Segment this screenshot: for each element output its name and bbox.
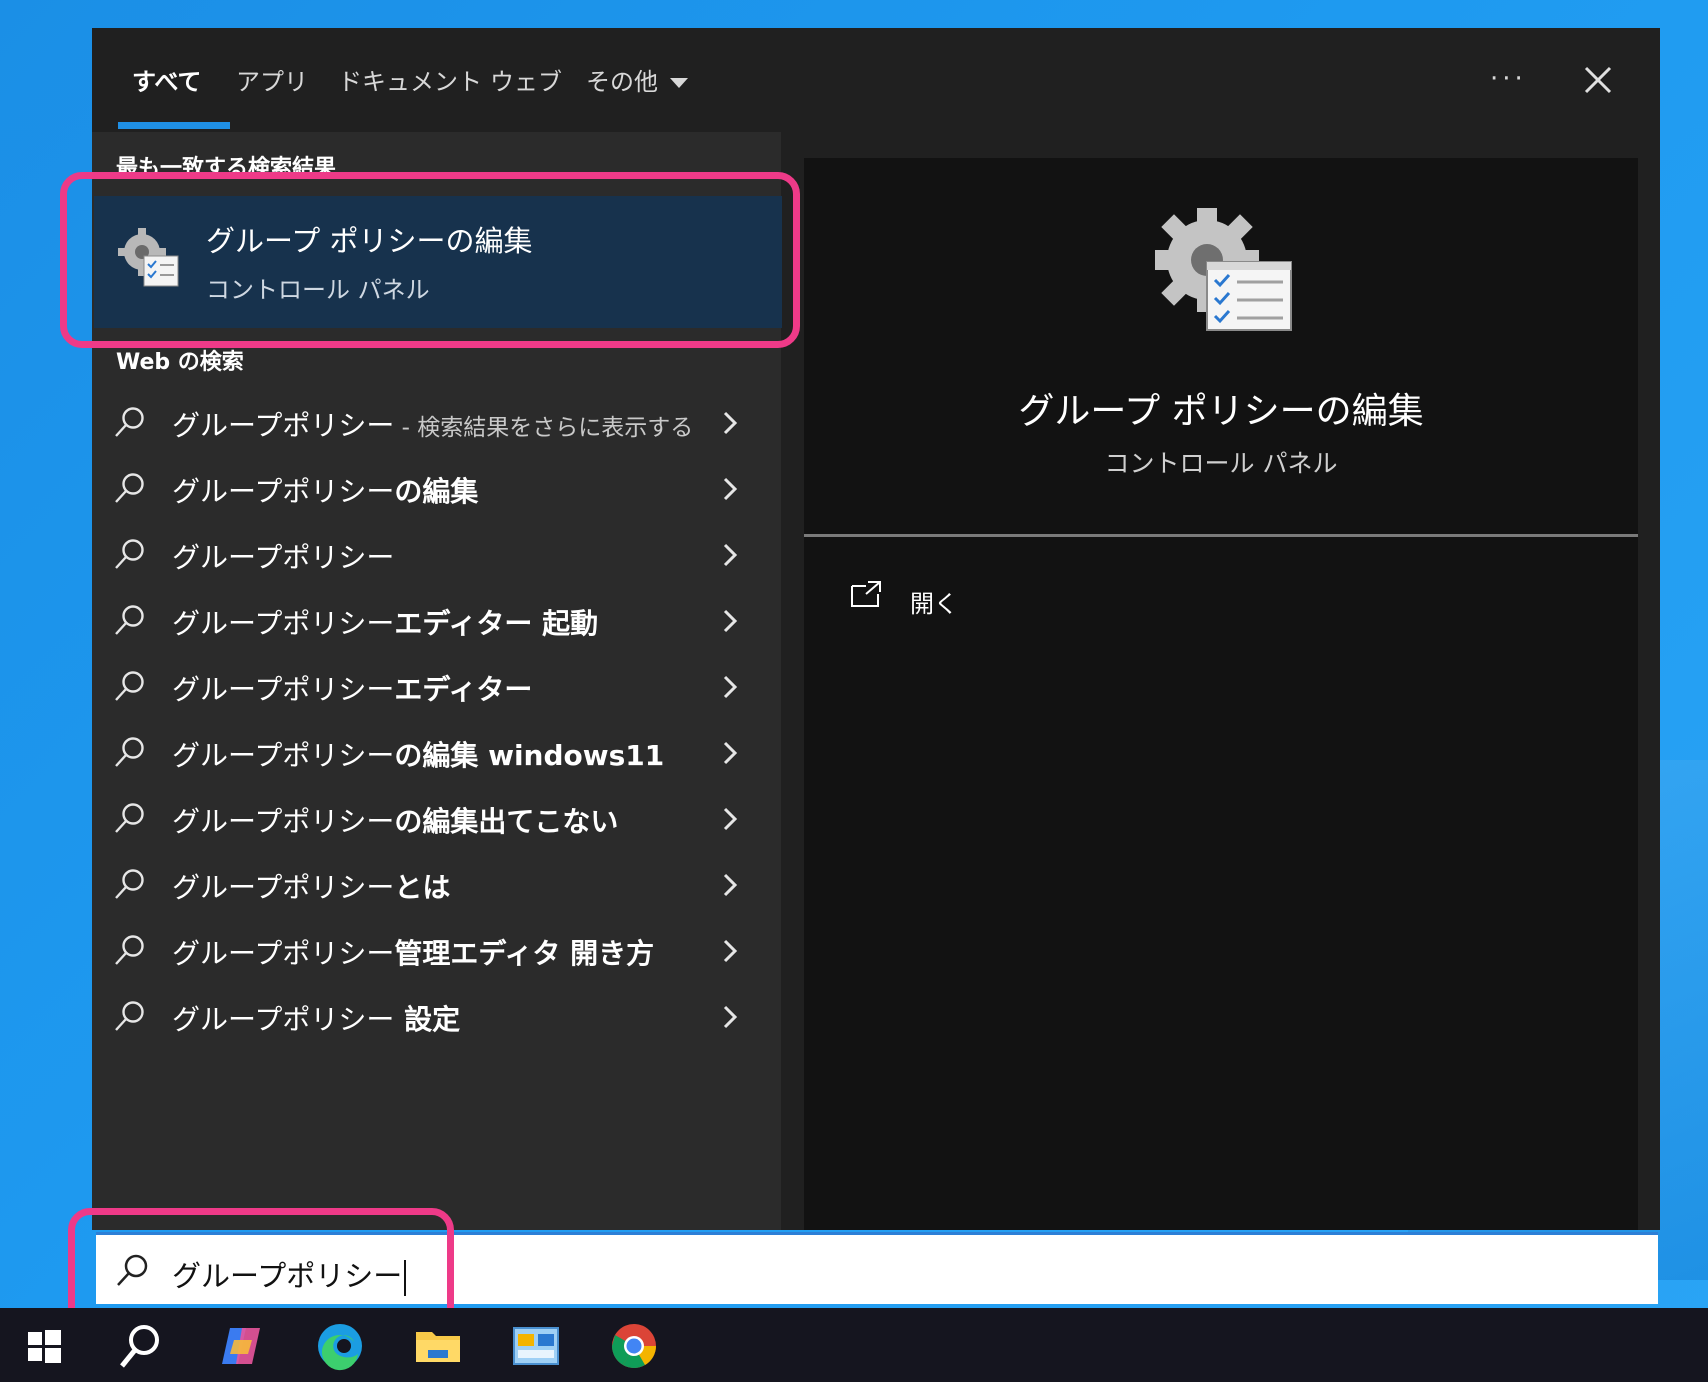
chevron-right-icon xyxy=(723,873,738,897)
search-icon xyxy=(115,473,144,503)
search-icon xyxy=(115,1001,144,1031)
web-search-item-label: グループポリシーエディター 起動 xyxy=(172,602,598,642)
preview-divider xyxy=(804,534,1638,537)
search-icon xyxy=(115,935,144,965)
web-search-item[interactable]: グループポリシー管理エディタ 開き方 xyxy=(92,918,781,984)
search-icon xyxy=(115,869,144,899)
tab-web[interactable]: ウェブ xyxy=(490,62,562,97)
tab-apps[interactable]: アプリ xyxy=(236,62,308,97)
web-search-item[interactable]: グループポリシーエディター 起動 xyxy=(92,588,781,654)
chevron-right-icon xyxy=(723,609,738,633)
taskbar xyxy=(0,1308,1708,1382)
chevron-right-icon xyxy=(723,939,738,963)
web-search-item[interactable]: グループポリシー 設定 xyxy=(92,984,781,1050)
open-external-icon xyxy=(851,581,881,607)
search-icon xyxy=(115,671,144,701)
web-search-item[interactable]: グループポリシー - 検索結果をさらに表示する xyxy=(92,390,781,456)
chevron-right-icon xyxy=(723,1005,738,1029)
query-text: グループポリシー xyxy=(172,739,395,772)
search-icon xyxy=(115,737,144,767)
query-text: グループポリシー xyxy=(172,673,395,706)
chevron-right-icon xyxy=(723,477,738,501)
query-text: グループポリシー xyxy=(172,607,395,640)
tab-documents[interactable]: ドキュメント xyxy=(338,62,482,97)
web-search-item[interactable]: グループポリシーの編集出てこない xyxy=(92,786,781,852)
chevron-right-icon xyxy=(723,675,738,699)
file-explorer-icon[interactable] xyxy=(412,1320,464,1372)
control-panel-icon[interactable] xyxy=(510,1320,562,1372)
tab-bar: すべて アプリ ドキュメント ウェブ その他 ··· xyxy=(92,28,1660,132)
tab-all[interactable]: すべて xyxy=(132,62,201,97)
edge-icon[interactable] xyxy=(314,1320,366,1372)
suggestion-text: とは xyxy=(394,871,451,904)
query-text: グループポリシー xyxy=(172,937,395,970)
tab-more-label: その他 xyxy=(586,68,658,96)
open-action-label: 開く xyxy=(910,590,958,618)
more-options-icon[interactable]: ··· xyxy=(1490,64,1527,94)
chevron-right-icon xyxy=(723,411,738,435)
suggestion-text: エディター xyxy=(394,673,533,706)
suggestion-text: の編集 xyxy=(394,475,479,508)
close-icon[interactable] xyxy=(1580,62,1616,98)
search-icon[interactable] xyxy=(114,1320,166,1372)
preview-subtitle: コントロール パネル xyxy=(1104,449,1338,478)
web-search-item-label: グループポリシー管理エディタ 開き方 xyxy=(172,932,654,972)
chrome-icon[interactable] xyxy=(608,1320,660,1372)
query-text: グループポリシー xyxy=(172,409,395,442)
query-text: グループポリシー xyxy=(172,475,395,508)
open-action[interactable]: 開く xyxy=(850,570,1050,626)
active-tab-indicator xyxy=(118,122,230,129)
web-search-item[interactable]: グループポリシーとは xyxy=(92,852,781,918)
web-search-item-label: グループポリシー xyxy=(172,536,394,576)
windows-start-icon[interactable] xyxy=(18,1320,70,1372)
preview-title: グループ ポリシーの編集 xyxy=(1018,391,1424,432)
suggestion-text: 設定 xyxy=(394,1003,461,1036)
tab-more[interactable]: その他 xyxy=(586,62,688,97)
search-icon xyxy=(115,803,144,833)
chevron-right-icon xyxy=(723,807,738,831)
chevron-right-icon xyxy=(723,543,738,567)
search-icon xyxy=(115,407,144,437)
chevron-right-icon xyxy=(723,741,738,765)
query-text: グループポリシー xyxy=(172,805,395,838)
web-search-item[interactable]: グループポリシーの編集 xyxy=(92,456,781,522)
highlight-best-match xyxy=(60,172,800,348)
chevron-down-icon xyxy=(670,78,688,88)
web-search-item-label: グループポリシーエディター xyxy=(172,668,532,708)
web-search-item[interactable]: グループポリシー xyxy=(92,522,781,588)
suggestion-text: の編集出てこない xyxy=(394,805,619,838)
web-search-heading: Web の検索 xyxy=(116,350,244,375)
group-policy-icon xyxy=(1155,208,1292,331)
search-icon xyxy=(115,539,144,569)
web-search-item[interactable]: グループポリシーエディター xyxy=(92,654,781,720)
copilot-icon[interactable] xyxy=(216,1320,268,1372)
suggestion-hint: - 検索結果をさらに表示する xyxy=(394,415,694,441)
web-search-item-label: グループポリシーとは xyxy=(172,866,450,906)
preview-pane: グループ ポリシーの編集 コントロール パネル 開く xyxy=(804,158,1638,1230)
web-search-item-label: グループポリシー 設定 xyxy=(172,998,460,1038)
web-search-item[interactable]: グループポリシーの編集 windows11 xyxy=(92,720,781,786)
query-text: グループポリシー xyxy=(172,541,395,574)
web-search-item-label: グループポリシーの編集 xyxy=(172,470,478,510)
suggestion-text: 管理エディタ 開き方 xyxy=(394,937,655,970)
query-text: グループポリシー xyxy=(172,1003,395,1036)
web-search-item-label: グループポリシーの編集出てこない xyxy=(172,800,618,840)
web-search-item-label: グループポリシー - 検索結果をさらに表示する xyxy=(172,404,693,444)
search-icon xyxy=(115,605,144,635)
suggestion-text: エディター 起動 xyxy=(394,607,599,640)
web-search-item-label: グループポリシーの編集 windows11 xyxy=(172,734,664,774)
suggestion-text: の編集 windows11 xyxy=(394,739,665,772)
query-text: グループポリシー xyxy=(172,871,395,904)
